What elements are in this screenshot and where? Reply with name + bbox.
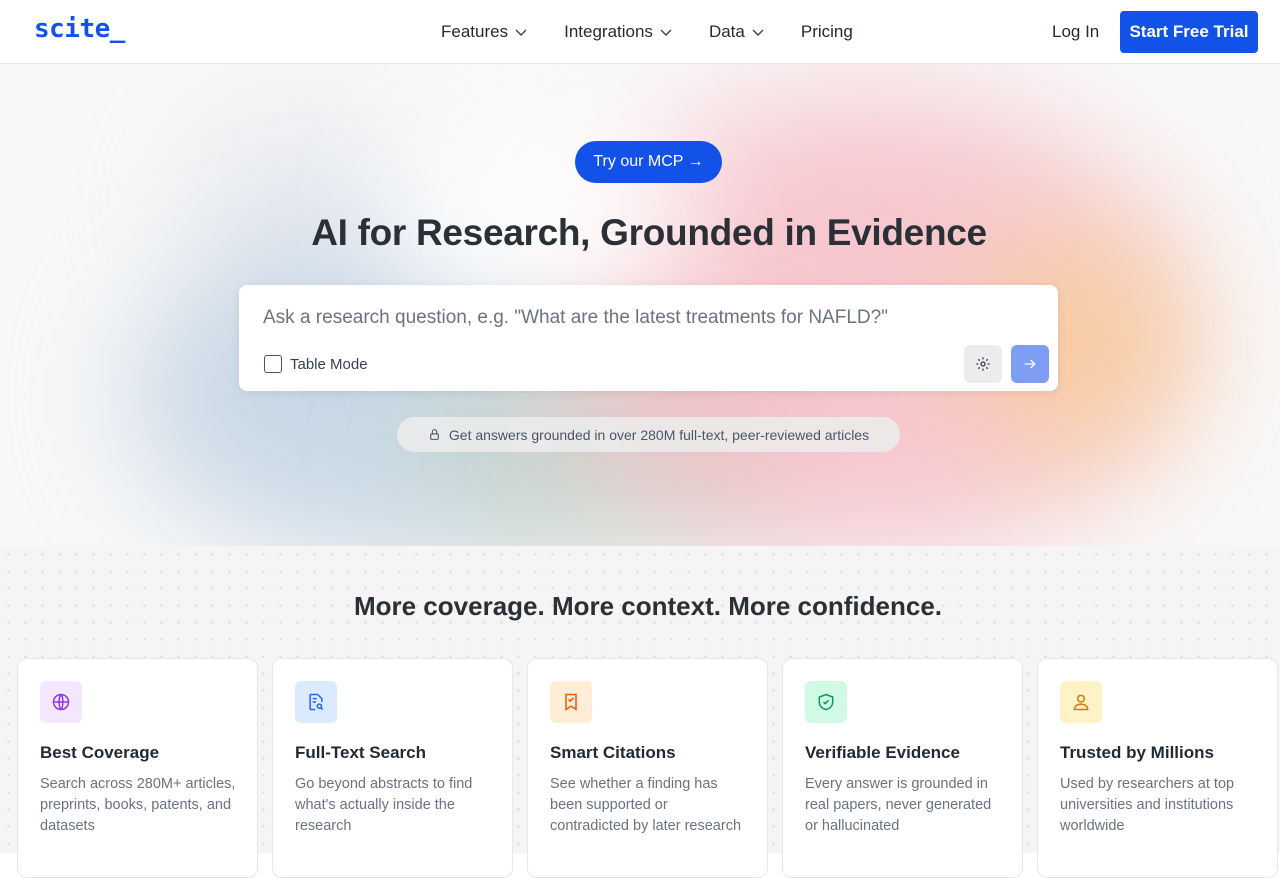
feature-card-trusted-by-millions: Trusted by Millions Used by researchers …: [1037, 658, 1278, 878]
table-mode-toggle[interactable]: Table Mode: [264, 355, 368, 373]
nav-features-label: Features: [441, 22, 509, 41]
feature-description: Go beyond abstracts to find what's actua…: [295, 776, 473, 834]
globe-icon: [52, 693, 70, 711]
table-mode-checkbox[interactable]: [264, 355, 282, 373]
feature-title: Smart Citations: [550, 743, 676, 762]
login-link[interactable]: Log In: [1052, 22, 1099, 42]
feature-icon-wrap: [295, 681, 337, 723]
nav-features[interactable]: Features: [441, 22, 528, 42]
feature-icon-wrap: [805, 681, 847, 723]
feature-title: Full-Text Search: [295, 743, 426, 762]
shield-check-icon: [818, 693, 834, 711]
start-free-trial-button[interactable]: Start Free Trial: [1120, 11, 1258, 53]
research-question-input[interactable]: [263, 303, 1023, 333]
main-nav: Features Integrations Data Pricing: [441, 0, 889, 64]
table-mode-label: Table Mode: [290, 355, 368, 373]
feature-description: Used by researchers at top universities …: [1060, 776, 1235, 834]
nav-data[interactable]: Data: [709, 22, 765, 42]
search-card: Table Mode: [239, 285, 1058, 391]
feature-card-verifiable-evidence: Verifiable Evidence Every answer is grou…: [782, 658, 1023, 878]
nav-pricing-label: Pricing: [800, 22, 853, 41]
feature-title: Trusted by Millions: [1060, 743, 1214, 762]
feature-cards: Best Coverage Search across 280M+ articl…: [17, 658, 1278, 878]
feature-title: Best Coverage: [40, 743, 160, 762]
top-navbar: scite_ Features Integrations Data Pricin…: [0, 0, 1280, 64]
coverage-info-pill: Get answers grounded in over 280M full-t…: [397, 417, 900, 452]
nav-pricing[interactable]: Pricing: [801, 22, 853, 42]
features-section: More coverage. More context. More confid…: [0, 546, 1280, 878]
feature-icon-wrap: [1060, 681, 1102, 723]
feature-card-best-coverage: Best Coverage Search across 280M+ articl…: [17, 658, 258, 878]
settings-button[interactable]: [964, 345, 1002, 383]
coverage-info-text: Get answers grounded in over 280M full-t…: [448, 426, 870, 443]
bookmark-icon: [565, 693, 577, 711]
chevron-down-icon: [660, 29, 672, 36]
feature-description: See whether a finding has been supported…: [550, 776, 742, 834]
scite-logo[interactable]: scite_: [34, 14, 125, 44]
feature-icon-wrap: [40, 681, 82, 723]
chevron-down-icon: [752, 29, 764, 36]
hero-section: Try our MCP → AI for Research, Grounded …: [0, 64, 1280, 546]
nav-data-label: Data: [708, 22, 745, 41]
chevron-down-icon: [515, 29, 527, 36]
feature-card-smart-citations: Smart Citations See whether a finding ha…: [527, 658, 768, 878]
submit-search-button[interactable]: [1011, 345, 1049, 383]
gear-icon: [976, 357, 990, 371]
lock-icon: [430, 429, 439, 440]
feature-description: Search across 280M+ articles, preprints,…: [40, 776, 236, 834]
features-title: More coverage. More context. More confid…: [353, 591, 943, 621]
feature-icon-wrap: [550, 681, 592, 723]
nav-integrations-label: Integrations: [564, 22, 653, 41]
nav-integrations[interactable]: Integrations: [564, 22, 673, 42]
feature-title: Verifiable Evidence: [805, 743, 960, 762]
feature-description: Every answer is grounded in real papers,…: [805, 776, 992, 834]
feature-card-full-text-search: Full-Text Search Go beyond abstracts to …: [272, 658, 513, 878]
try-mcp-button[interactable]: Try our MCP →: [575, 141, 722, 183]
hero-title: AI for Research, Grounded in Evidence: [311, 212, 987, 253]
document-search-icon: [309, 693, 324, 711]
user-icon: [1073, 694, 1089, 711]
arrow-right-icon: [1024, 359, 1036, 369]
